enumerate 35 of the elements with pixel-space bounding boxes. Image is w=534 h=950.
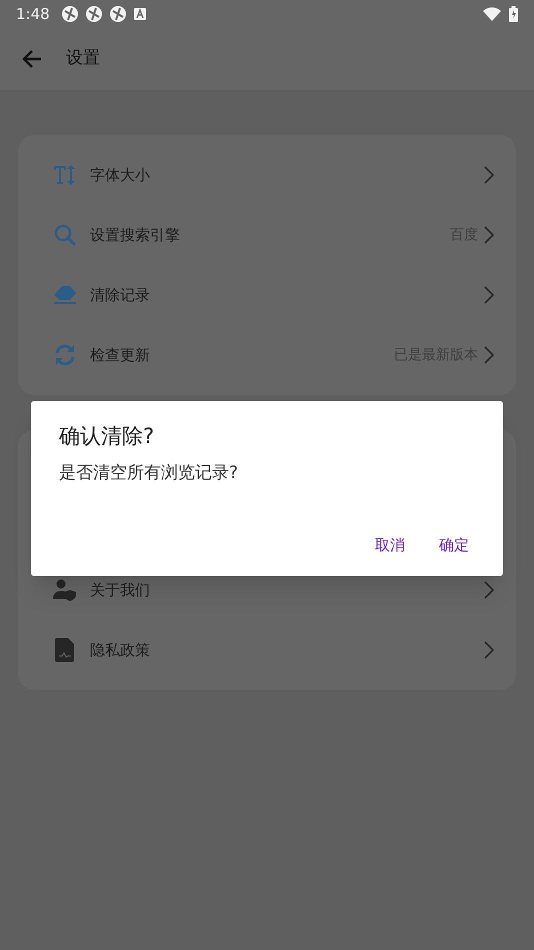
status-time: 1:48 [16, 4, 50, 25]
setting-label: 隐私政策 [90, 640, 151, 661]
setting-label: 设置搜索引擎 [90, 224, 181, 246]
settings-row[interactable]: 清除记录 [18, 265, 516, 325]
notification-icon [110, 6, 126, 22]
chevron-right-icon [484, 581, 494, 599]
document-icon [55, 638, 75, 662]
page-title: 设置 [66, 47, 100, 70]
setting-label: 关于我们 [90, 580, 151, 601]
dialog-message: 是否清空所有浏览记录? [59, 462, 240, 484]
chevron-right-icon [484, 641, 494, 659]
chevron-right-icon [484, 346, 494, 364]
refresh-icon [53, 343, 77, 367]
settings-row[interactable]: 关于我们 [18, 560, 516, 620]
setting-label: 字体大小 [90, 164, 151, 186]
dialog-button[interactable]: 确定 [433, 530, 475, 560]
notification-icon [62, 6, 78, 22]
setting-label: 清除记录 [90, 284, 151, 306]
wifi-icon [483, 7, 501, 21]
chevron-right-icon [484, 286, 494, 304]
eraser-icon [53, 285, 77, 305]
dialog-button[interactable]: 取消 [369, 530, 411, 560]
person-shield-icon [53, 579, 77, 601]
text-size-icon [53, 164, 77, 186]
settings-row[interactable]: 字体大小 [18, 145, 516, 205]
notification-icon [86, 6, 102, 22]
dialog-title: 确认清除? [59, 423, 156, 450]
battery-icon [509, 6, 518, 22]
settings-row[interactable]: 隐私政策 [18, 620, 516, 680]
search-icon [53, 223, 77, 247]
back-arrow-icon [22, 50, 42, 68]
chevron-right-icon [484, 166, 494, 184]
setting-label: 检查更新 [90, 344, 151, 366]
chevron-right-icon [484, 226, 494, 244]
keyboard-icon [134, 8, 146, 20]
